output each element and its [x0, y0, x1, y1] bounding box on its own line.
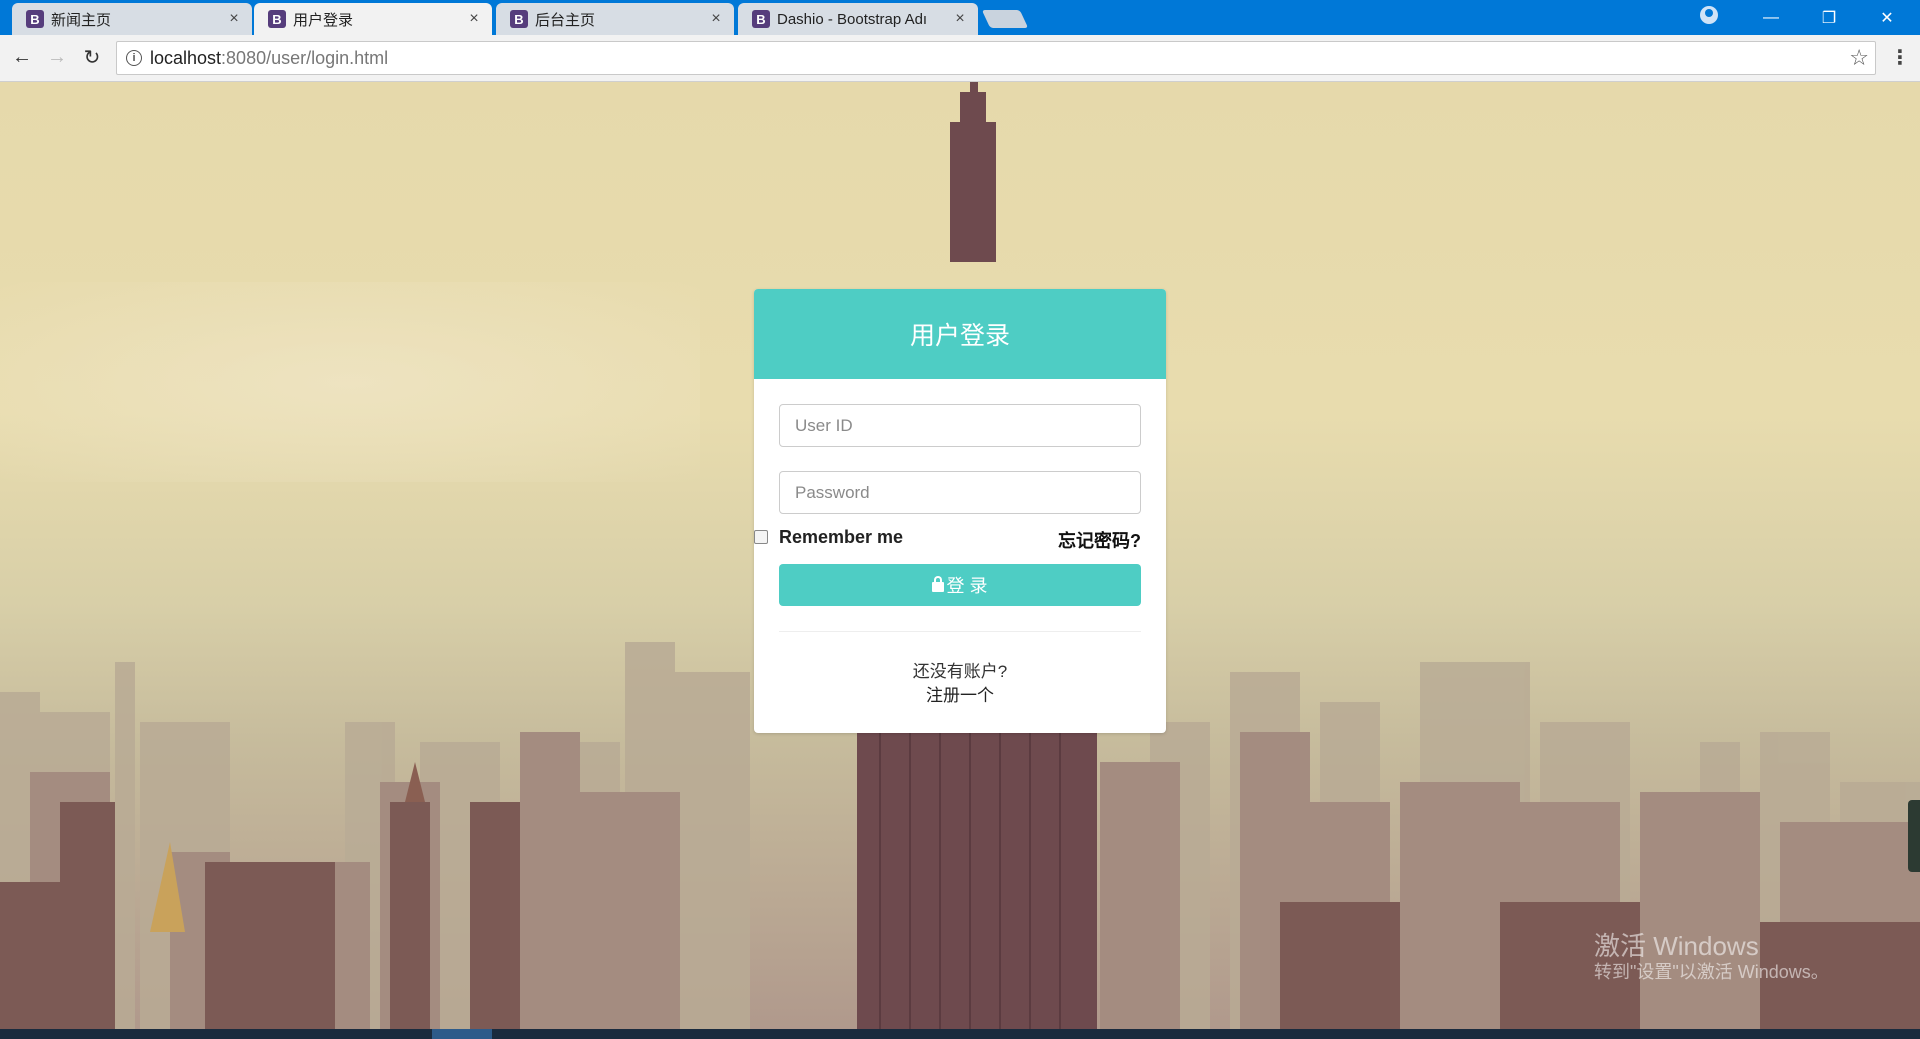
back-arrow-icon[interactable]: ← [8, 43, 36, 71]
restore-button[interactable]: ❐ [1800, 0, 1858, 35]
forward-arrow-icon[interactable]: → [43, 43, 71, 71]
bookmark-star-icon[interactable]: ☆ [1849, 45, 1869, 71]
taskbar-active-item[interactable] [432, 1029, 492, 1039]
no-account-text: 还没有账户? [912, 662, 1008, 681]
bootstrap-favicon-icon: B [510, 10, 528, 28]
close-window-button[interactable]: ✕ [1858, 0, 1916, 35]
bootstrap-favicon-icon: B [268, 10, 286, 28]
close-icon[interactable]: × [224, 10, 244, 28]
reload-icon[interactable]: ↻ [78, 43, 106, 71]
url-path: :8080/user/login.html [221, 47, 389, 68]
page-background: 用户登录 Remember me 忘记密码? 登 录 还没有账户? 注册一个 [0, 82, 1920, 1029]
activation-watermark-subtitle: 转到"设置"以激活 Windows。 [1594, 962, 1829, 982]
close-icon[interactable]: × [950, 10, 970, 28]
login-button-label: 登 录 [946, 576, 988, 596]
bootstrap-favicon-icon: B [26, 10, 44, 28]
lock-icon [932, 575, 945, 592]
forgot-password-link[interactable]: 忘记密码? [1058, 527, 1141, 553]
side-widget[interactable] [1908, 800, 1920, 872]
remember-label[interactable]: Remember me [779, 527, 903, 548]
browser-titlebar: B 新闻主页 × B 用户登录 × B 后台主页 × B Dashio - Bo… [0, 0, 1920, 35]
tab-user-login[interactable]: B 用户登录 × [254, 3, 492, 35]
browser-toolbar: ← → ↻ i localhost:8080/user/login.html ☆… [0, 35, 1920, 82]
password-input[interactable] [779, 471, 1141, 514]
close-icon[interactable]: × [464, 10, 484, 28]
account-icon[interactable] [1700, 6, 1718, 24]
new-tab-button[interactable] [981, 10, 1029, 28]
tab-admin-home[interactable]: B 后台主页 × [496, 3, 734, 35]
minimize-button[interactable]: — [1742, 0, 1800, 35]
url-text[interactable]: localhost:8080/user/login.html [150, 48, 388, 69]
login-title: 用户登录 [754, 289, 1166, 379]
url-host: localhost [150, 47, 222, 68]
userid-input[interactable] [779, 404, 1141, 447]
login-card: 用户登录 Remember me 忘记密码? 登 录 还没有账户? 注册一个 [754, 289, 1166, 733]
remember-row: Remember me 忘记密码? [754, 527, 1166, 551]
tab-label: 新闻主页 [51, 11, 112, 29]
close-icon[interactable]: × [706, 10, 726, 28]
tab-label: 后台主页 [535, 11, 596, 29]
tab-dashio[interactable]: B Dashio - Bootstrap Adı × [738, 3, 978, 35]
login-button[interactable]: 登 录 [779, 564, 1141, 606]
info-icon[interactable]: i [126, 50, 142, 66]
tab-label: 用户登录 [293, 11, 354, 29]
address-bar[interactable]: i localhost:8080/user/login.html ☆ [116, 41, 1876, 75]
browser-menu-icon[interactable]: ⋮ [1890, 45, 1910, 70]
divider [779, 631, 1141, 632]
windows-taskbar [0, 1029, 1920, 1039]
remember-checkbox[interactable] [754, 530, 768, 544]
tab-news-home[interactable]: B 新闻主页 × [12, 3, 252, 35]
bootstrap-favicon-icon: B [752, 10, 770, 28]
register-link[interactable]: 注册一个 [754, 681, 1166, 706]
tab-label: Dashio - Bootstrap Adı [777, 10, 928, 28]
